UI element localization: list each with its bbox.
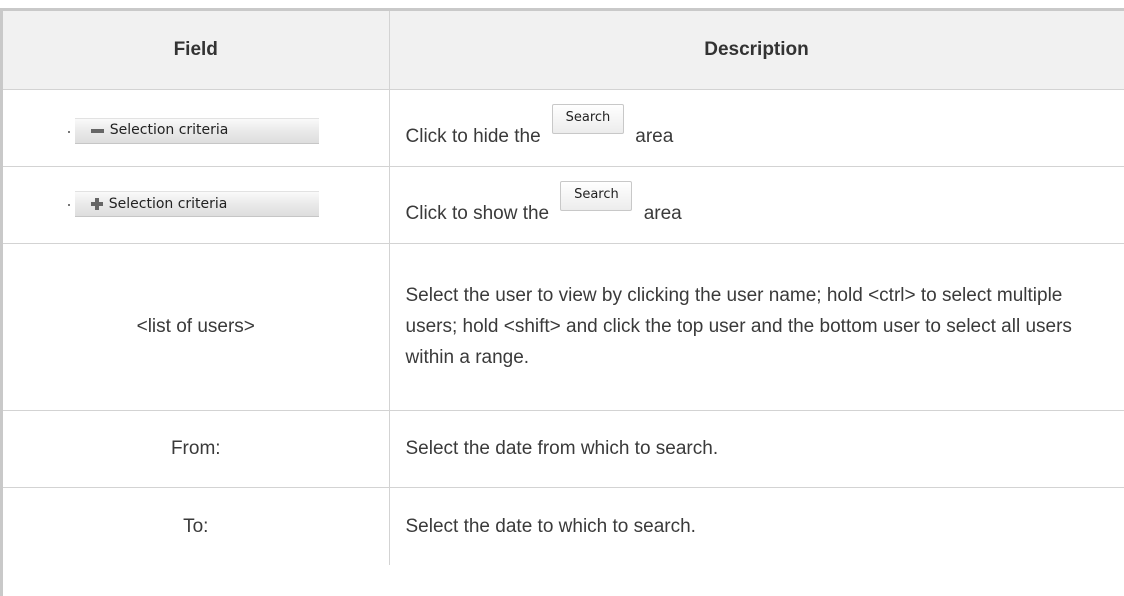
minus-icon xyxy=(90,128,104,133)
selection-criteria-label: Selection criteria xyxy=(108,195,228,212)
field-cell: <list of users> xyxy=(3,243,390,411)
table-row: To: Select the date to which to search. xyxy=(3,487,1124,565)
description-text: Click to hide the xyxy=(405,126,541,147)
description-text: Click to show the xyxy=(405,203,550,224)
field-cell: From: xyxy=(3,410,390,488)
selection-criteria-expand-button[interactable]: Selection criteria xyxy=(67,191,319,217)
description-cell: Select the user to view by clicking the … xyxy=(389,243,1124,411)
table-row: From: Select the date from which to sear… xyxy=(3,410,1124,488)
description-cell: Select the date from which to search. xyxy=(389,410,1124,488)
table-header-row: Field Description xyxy=(3,11,1124,90)
field-cell: Selection criteria xyxy=(3,89,390,167)
description-cell: Select the date to which to search. xyxy=(389,487,1124,565)
search-button[interactable]: Search xyxy=(560,180,633,211)
header-field: Field xyxy=(3,11,390,90)
description-cell: Click to show the Search area xyxy=(389,166,1124,244)
field-cell: To: xyxy=(3,487,390,565)
description-text: area xyxy=(643,203,682,224)
table-row: <list of users> Select the user to view … xyxy=(3,243,1124,411)
selection-criteria-label: Selection criteria xyxy=(109,122,229,138)
description-cell: Click to hide the Search area xyxy=(389,89,1124,167)
field-cell: Selection criteria xyxy=(3,166,390,244)
field-description-table: Field Description Selection criteria Cli… xyxy=(3,11,1124,565)
search-button[interactable]: Search xyxy=(551,103,624,134)
table-row: Selection criteria Click to show the Sea… xyxy=(3,166,1124,244)
selection-criteria-collapse-button[interactable]: Selection criteria xyxy=(67,117,319,144)
description-text: area xyxy=(635,126,674,147)
plus-icon xyxy=(90,198,103,210)
header-description: Description xyxy=(389,11,1124,90)
document-page: Field Description Selection criteria Cli… xyxy=(0,0,1124,596)
table-row: Selection criteria Click to hide the Sea… xyxy=(3,89,1124,167)
